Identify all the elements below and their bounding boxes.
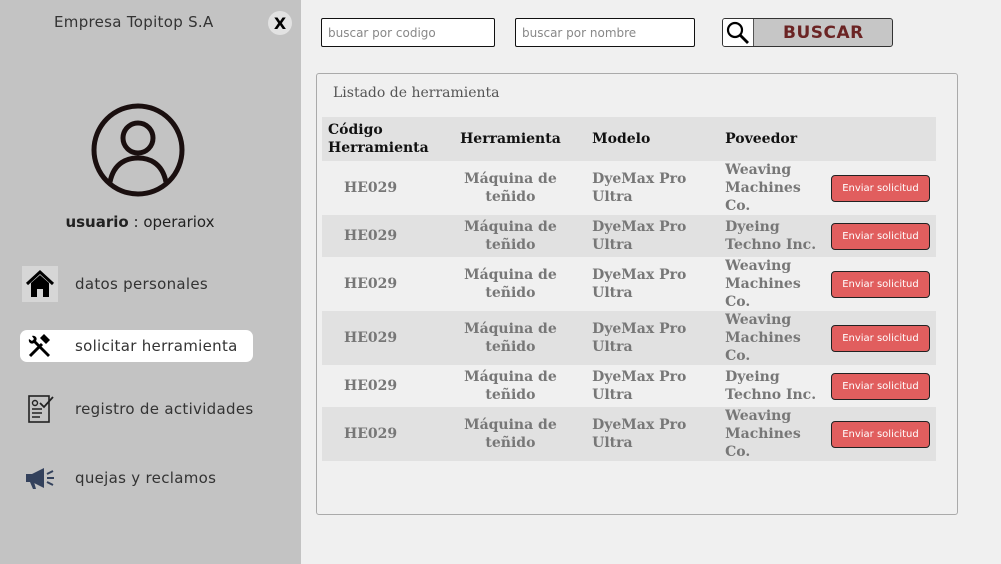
send-request-button[interactable]: Enviar solicitud — [830, 174, 930, 202]
table-row: HE029 Máquina de teñido DyeMax Pro Ultra… — [322, 407, 936, 461]
header-action — [825, 117, 936, 161]
header-code: Código Herramienta — [328, 122, 429, 156]
company-name: Empresa Topitop S.A — [54, 13, 214, 31]
cell-model: DyeMax Pro Ultra — [592, 267, 687, 301]
nav-datos-personales[interactable]: datos personales — [20, 266, 253, 302]
nav-quejas-reclamos[interactable]: quejas y reclamos — [20, 461, 253, 495]
cell-code: HE029 — [344, 276, 398, 292]
cell-supplier: Weaving Machines Co. — [725, 258, 801, 310]
user-info: usuario : operariox — [0, 213, 280, 231]
cell-supplier: Dyeing Techno Inc. — [725, 219, 817, 253]
cell-code: HE029 — [344, 378, 398, 394]
nav-label: datos personales — [75, 275, 208, 293]
cell-model: DyeMax Pro Ultra — [592, 321, 687, 355]
table-row: HE029 Máquina de teñido DyeMax Pro Ultra… — [322, 215, 936, 257]
tool-list-panel: Listado de herramienta Código Herramient… — [316, 73, 958, 515]
cell-model: DyeMax Pro Ultra — [592, 369, 687, 403]
cell-supplier: Weaving Machines Co. — [725, 162, 801, 214]
cell-model: DyeMax Pro Ultra — [592, 171, 687, 205]
cell-supplier: Weaving Machines Co. — [725, 408, 801, 460]
close-icon: X — [273, 13, 287, 33]
cell-supplier: Dyeing Techno Inc. — [725, 369, 817, 403]
cell-tool: Máquina de teñido — [464, 267, 557, 301]
nav-label: quejas y reclamos — [75, 469, 217, 487]
nav-label: registro de actividades — [75, 400, 254, 418]
panel-title: Listado de herramienta — [333, 85, 500, 101]
cell-tool: Máquina de teñido — [464, 321, 557, 355]
table-row: HE029 Máquina de teñido DyeMax Pro Ultra… — [322, 365, 936, 407]
sidebar: Empresa Topitop S.A X usuario : operario… — [0, 0, 301, 564]
user-name: operariox — [143, 213, 215, 231]
send-request-button[interactable]: Enviar solicitud — [830, 270, 930, 298]
search-button[interactable]: BUSCAR — [722, 18, 893, 47]
header-tool: Herramienta — [460, 131, 561, 147]
cell-code: HE029 — [344, 228, 398, 244]
user-avatar-icon — [91, 103, 185, 197]
search-code-input[interactable] — [321, 18, 495, 47]
cell-supplier: Weaving Machines Co. — [725, 312, 801, 364]
search-icon — [723, 19, 754, 46]
table-row: HE029 Máquina de teñido DyeMax Pro Ultra… — [322, 311, 936, 365]
megaphone-icon — [22, 460, 58, 496]
table-header-row: Código Herramienta Herramienta Modelo Po… — [322, 117, 936, 161]
nav-solicitar-herramienta[interactable]: solicitar herramienta — [20, 330, 253, 362]
cell-code: HE029 — [344, 426, 398, 442]
close-button[interactable]: X — [268, 11, 292, 35]
cell-tool: Máquina de teñido — [464, 369, 557, 403]
clipboard-check-icon — [22, 391, 58, 427]
send-request-button[interactable]: Enviar solicitud — [830, 324, 930, 352]
header-model: Modelo — [592, 131, 651, 147]
cell-code: HE029 — [344, 330, 398, 346]
send-request-button[interactable]: Enviar solicitud — [830, 420, 930, 448]
tools-icon — [22, 328, 58, 364]
cell-tool: Máquina de teñido — [464, 219, 557, 253]
send-request-button[interactable]: Enviar solicitud — [830, 222, 930, 250]
cell-tool: Máquina de teñido — [464, 171, 557, 205]
nav-registro-actividades[interactable]: registro de actividades — [20, 392, 253, 426]
search-name-input[interactable] — [515, 18, 695, 47]
header-supplier: Poveedor — [725, 131, 798, 147]
cell-model: DyeMax Pro Ultra — [592, 417, 687, 451]
home-icon — [22, 266, 58, 302]
user-label: usuario — [65, 213, 129, 231]
cell-code: HE029 — [344, 180, 398, 196]
table-row: HE029 Máquina de teñido DyeMax Pro Ultra… — [322, 161, 936, 215]
cell-model: DyeMax Pro Ultra — [592, 219, 687, 253]
table-row: HE029 Máquina de teñido DyeMax Pro Ultra… — [322, 257, 936, 311]
user-separator: : — [128, 213, 144, 231]
nav-label: solicitar herramienta — [75, 337, 238, 355]
send-request-button[interactable]: Enviar solicitud — [830, 372, 930, 400]
tool-table: Código Herramienta Herramienta Modelo Po… — [322, 117, 936, 461]
search-button-label: BUSCAR — [783, 23, 864, 43]
cell-tool: Máquina de teñido — [464, 417, 557, 451]
